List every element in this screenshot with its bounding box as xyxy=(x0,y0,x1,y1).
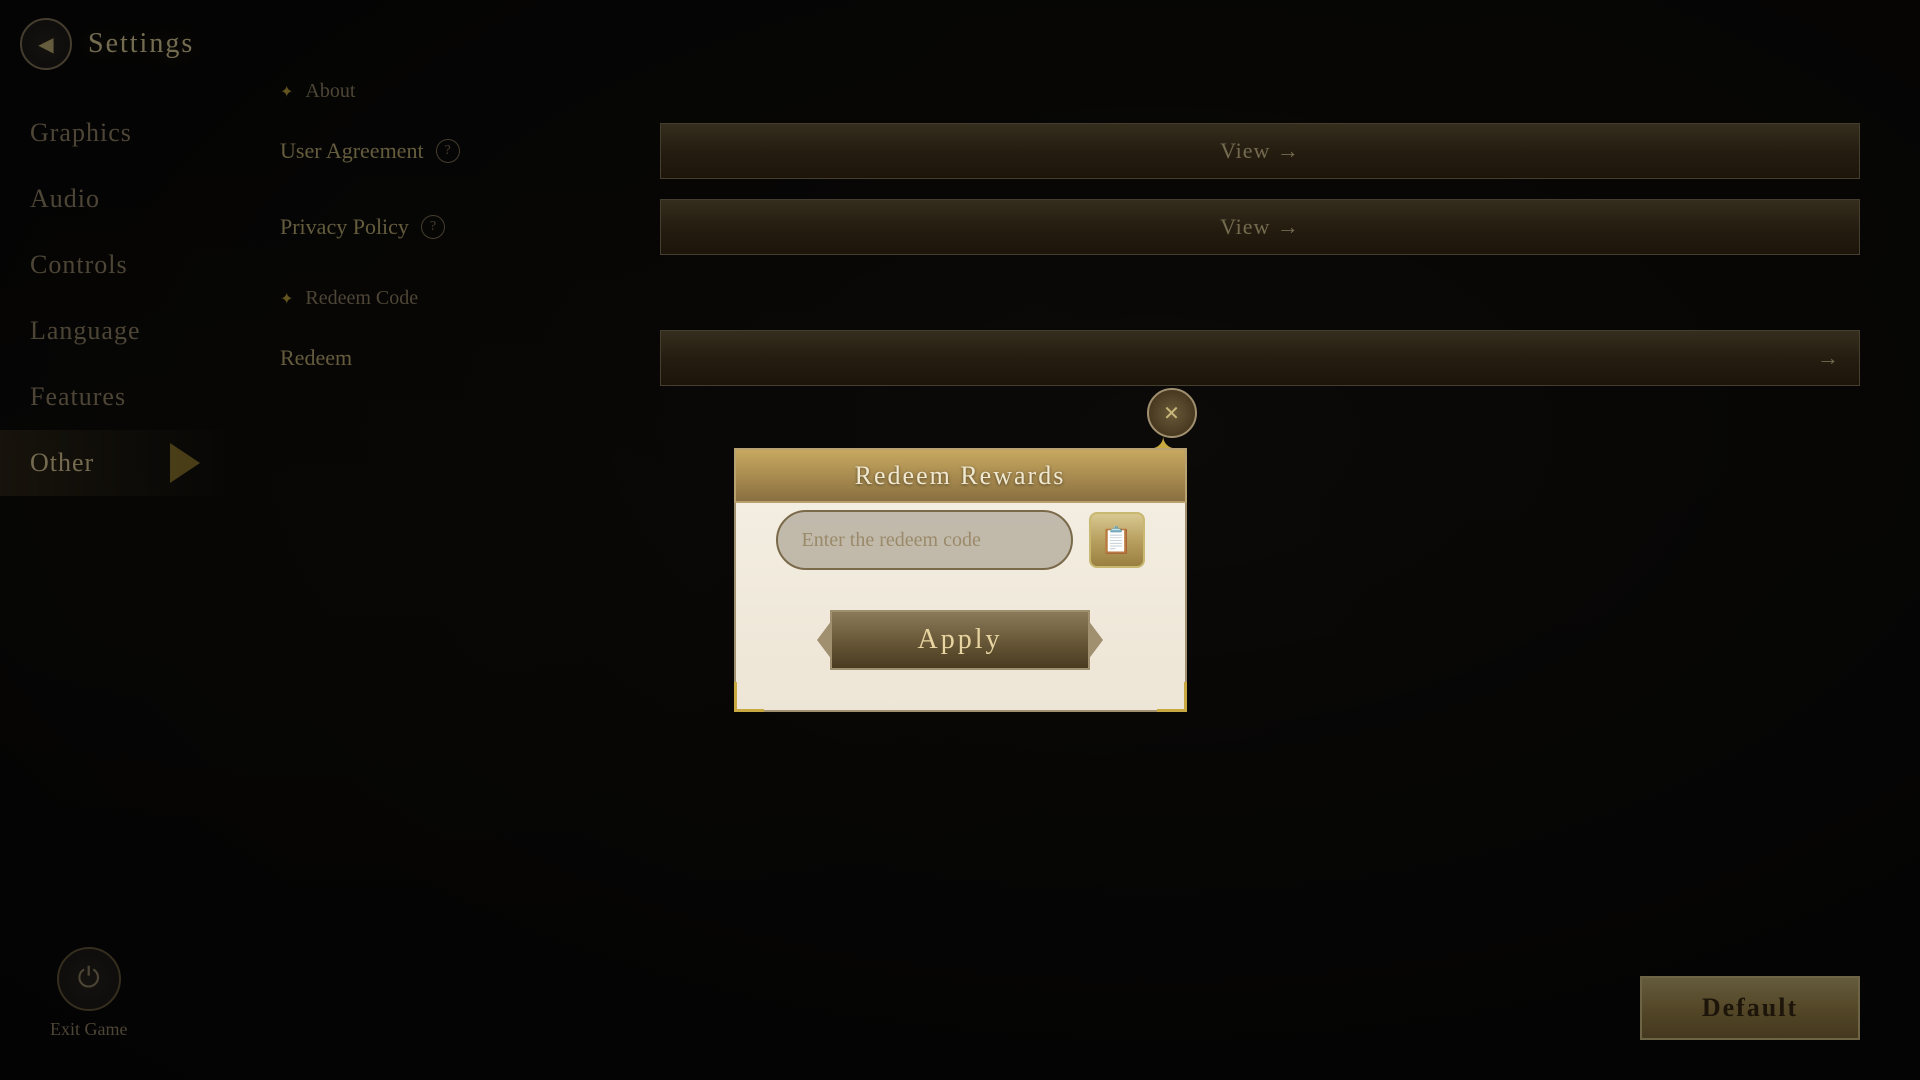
modal-overlay: Redeem Rewards ✕ ✦ 📋 Apply xyxy=(0,0,1920,1080)
corner-br xyxy=(1157,682,1187,712)
clipboard-button[interactable]: 📋 xyxy=(1089,512,1145,568)
modal-header-bar: Redeem Rewards xyxy=(734,448,1187,503)
modal-title: Redeem Rewards xyxy=(855,461,1066,491)
close-icon: ✕ xyxy=(1163,401,1180,426)
input-row: 📋 xyxy=(776,510,1145,570)
clipboard-icon: 📋 xyxy=(1100,525,1132,556)
redeem-code-input[interactable] xyxy=(776,510,1073,570)
corner-bl xyxy=(734,682,764,712)
apply-button[interactable]: Apply xyxy=(830,610,1090,670)
redeem-modal: Redeem Rewards ✕ ✦ 📋 Apply xyxy=(734,448,1187,712)
